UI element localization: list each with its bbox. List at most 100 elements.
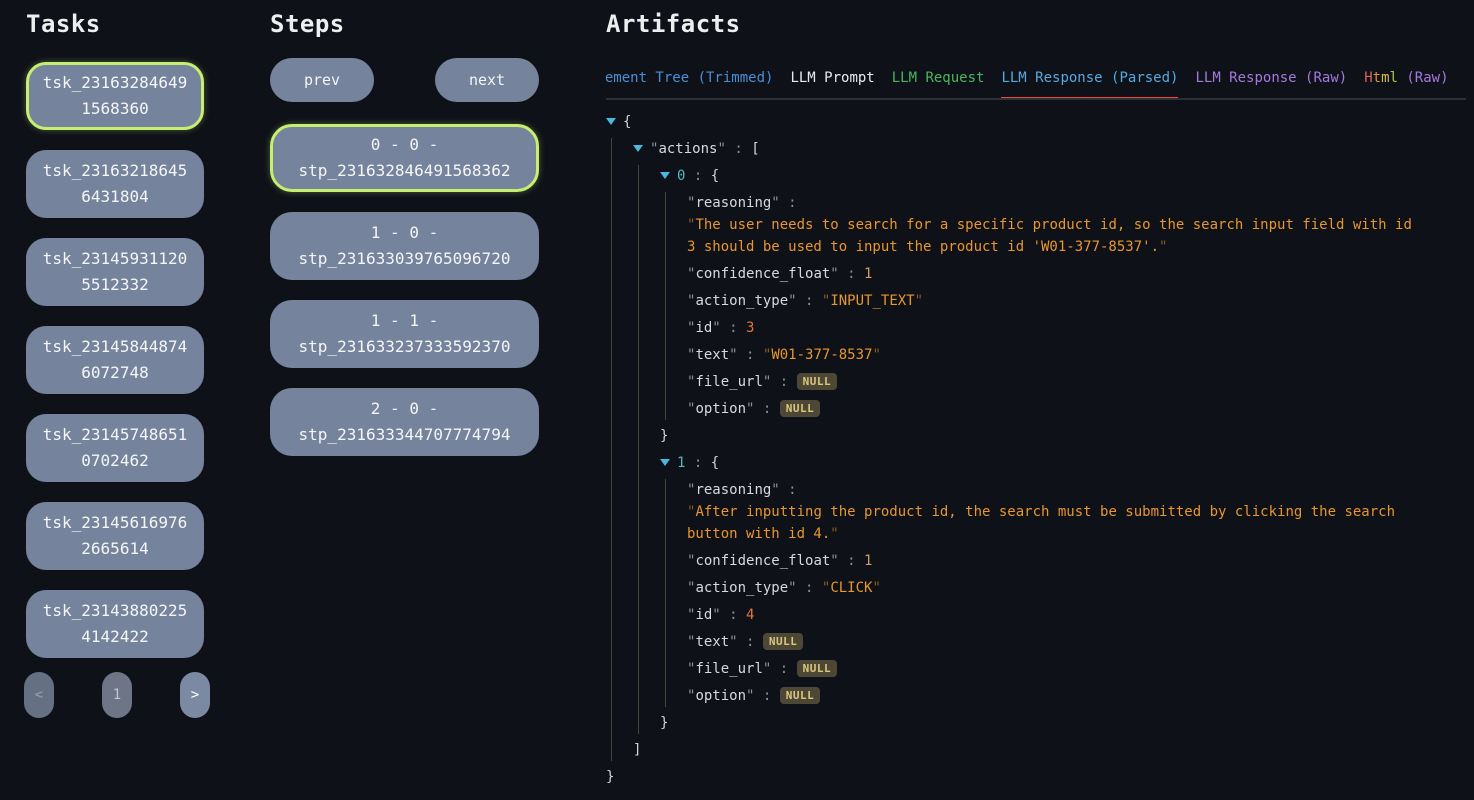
json-row: } xyxy=(660,425,1466,447)
json-row: ] xyxy=(633,739,1466,761)
collapse-triangle-icon[interactable] xyxy=(633,145,643,152)
json-key: "text" xyxy=(687,347,738,363)
collapse-triangle-icon[interactable] xyxy=(660,459,670,466)
json-node: "action_type" : "CLICK" xyxy=(687,577,1466,599)
step-item[interactable]: 0 - 0 - stp_231632846491568362 xyxy=(270,124,539,192)
json-row: "action_type" : "INPUT_TEXT" xyxy=(687,290,1466,312)
json-row: "actions" : [ xyxy=(633,138,1466,160)
json-row: "option" : NULL xyxy=(687,398,1466,420)
task-item[interactable]: tsk_231438802254142422 xyxy=(26,590,204,658)
json-node: "text" : NULL xyxy=(687,631,1466,653)
task-item[interactable]: tsk_231632846491568360 xyxy=(26,62,204,130)
json-key: "option" xyxy=(687,688,754,704)
steps-panel-title: Steps xyxy=(270,10,345,38)
json-key: "file_url" xyxy=(687,374,771,390)
tab-llm-response-raw[interactable]: LLM Response (Raw) xyxy=(1195,62,1347,100)
json-key: "file_url" xyxy=(687,661,771,677)
pagination-next-button[interactable]: > xyxy=(180,672,210,718)
json-row: "id" : 4 xyxy=(687,604,1466,626)
json-node: "file_url" : NULL xyxy=(687,371,1466,393)
json-node: "action_type" : "INPUT_TEXT" xyxy=(687,290,1466,312)
json-row: "file_url" : NULL xyxy=(687,371,1466,393)
json-row: "text" : "W01-377-8537" xyxy=(687,344,1466,366)
collapse-triangle-icon[interactable] xyxy=(660,172,670,179)
json-row: "reasoning" : "The user needs to search … xyxy=(687,192,1466,258)
null-badge: NULL xyxy=(780,687,821,704)
pagination-page-1-button[interactable]: 1 xyxy=(102,672,132,718)
tasks-pagination: < 1 > xyxy=(24,672,210,718)
json-node: 1 : { "reasoning" : "After inputting the … xyxy=(660,452,1466,734)
json-row: "reasoning" : "After inputting the produ… xyxy=(687,479,1466,545)
tab-html-raw[interactable]: Html (Raw) xyxy=(1364,62,1448,100)
tab-llm-request[interactable]: LLM Request xyxy=(892,62,985,100)
json-row: "file_url" : NULL xyxy=(687,658,1466,680)
json-key: "option" xyxy=(687,401,754,417)
json-key: "id" xyxy=(687,607,721,623)
json-key: "actions" xyxy=(650,141,726,157)
pagination-prev-button[interactable]: < xyxy=(24,672,54,718)
json-tree-viewer: { "actions" : [ 0 : { "reasoning" : "The us… xyxy=(606,106,1466,800)
collapse-triangle-icon[interactable] xyxy=(606,118,616,125)
json-string-value: "CLICK" xyxy=(822,580,881,596)
json-key: "text" xyxy=(687,634,738,650)
step-item[interactable]: 2 - 0 - stp_231633344707774794 xyxy=(270,388,539,456)
json-row: { xyxy=(606,111,1466,133)
json-node: { "actions" : [ 0 : { "reasoning" : "The us… xyxy=(606,111,1466,788)
json-row: 0 : { xyxy=(660,165,1466,187)
json-row: } xyxy=(660,712,1466,734)
json-node: "option" : NULL xyxy=(687,685,1466,707)
step-nav: prev next xyxy=(270,58,539,102)
json-children: "reasoning" : "The user needs to search … xyxy=(665,192,1466,420)
json-key: "reasoning" xyxy=(687,195,780,211)
task-list: tsk_231632846491568360 tsk_23163218645643… xyxy=(26,62,204,658)
json-node: "reasoning" : "After inputting the produ… xyxy=(687,479,1466,545)
json-children: 0 : { "reasoning" : "The user needs to se… xyxy=(638,165,1466,734)
json-node: "text" : "W01-377-8537" xyxy=(687,344,1466,366)
json-string-value: "INPUT_TEXT" xyxy=(822,293,923,309)
json-key: "id" xyxy=(687,320,721,336)
json-node: "confidence_float" : 1 xyxy=(687,263,1466,285)
task-item[interactable]: tsk_231459311205512332 xyxy=(26,238,204,306)
json-row: "confidence_float" : 1 xyxy=(687,550,1466,572)
json-row: "text" : NULL xyxy=(687,631,1466,653)
json-string-value: "The user needs to search for a specific… xyxy=(687,214,1419,258)
artifacts-panel-title: Artifacts xyxy=(606,10,741,38)
step-list: 0 - 0 - stp_231632846491568362 1 - 0 - st… xyxy=(270,124,539,456)
null-badge: NULL xyxy=(797,373,838,390)
step-prev-button[interactable]: prev xyxy=(270,58,374,102)
step-item[interactable]: 1 - 0 - stp_231633039765096720 xyxy=(270,212,539,280)
task-item[interactable]: tsk_231458448746072748 xyxy=(26,326,204,394)
json-number-value: 3 xyxy=(746,320,754,336)
task-item[interactable]: tsk_231632186456431804 xyxy=(26,150,204,218)
step-next-button[interactable]: next xyxy=(435,58,539,102)
json-children: "reasoning" : "After inputting the produ… xyxy=(665,479,1466,707)
json-node: "id" : 4 xyxy=(687,604,1466,626)
json-children: "actions" : [ 0 : { "reasoning" : "The use… xyxy=(611,138,1466,761)
json-node: "confidence_float" : 1 xyxy=(687,550,1466,572)
tab-element-tree-trimmed[interactable]: Element Tree (Trimmed) xyxy=(606,62,773,100)
json-string-value: "W01-377-8537" xyxy=(763,347,881,363)
task-item[interactable]: tsk_231457486510702462 xyxy=(26,414,204,482)
json-key: "confidence_float" xyxy=(687,266,839,282)
tasks-panel-title: Tasks xyxy=(26,10,101,38)
tab-llm-prompt[interactable]: LLM Prompt xyxy=(790,62,874,100)
json-node: "reasoning" : "The user needs to search … xyxy=(687,192,1466,258)
json-key: "action_type" xyxy=(687,293,797,309)
json-key: "action_type" xyxy=(687,580,797,596)
json-row: "confidence_float" : 1 xyxy=(687,263,1466,285)
json-node: 0 : { "reasoning" : "The user needs to se… xyxy=(660,165,1466,447)
null-badge: NULL xyxy=(763,633,804,650)
json-node: "actions" : [ 0 : { "reasoning" : "The use… xyxy=(633,138,1466,761)
task-item[interactable]: tsk_231456169762665614 xyxy=(26,502,204,570)
json-node: "id" : 3 xyxy=(687,317,1466,339)
tab-llm-response-parsed[interactable]: LLM Response (Parsed) xyxy=(1001,62,1178,100)
json-row: } xyxy=(606,766,1466,788)
step-item[interactable]: 1 - 1 - stp_231633237333592370 xyxy=(270,300,539,368)
json-key: "confidence_float" xyxy=(687,553,839,569)
json-row: "action_type" : "CLICK" xyxy=(687,577,1466,599)
null-badge: NULL xyxy=(780,400,821,417)
json-node: "file_url" : NULL xyxy=(687,658,1466,680)
json-row: 1 : { xyxy=(660,452,1466,474)
json-row: "id" : 3 xyxy=(687,317,1466,339)
null-badge: NULL xyxy=(797,660,838,677)
